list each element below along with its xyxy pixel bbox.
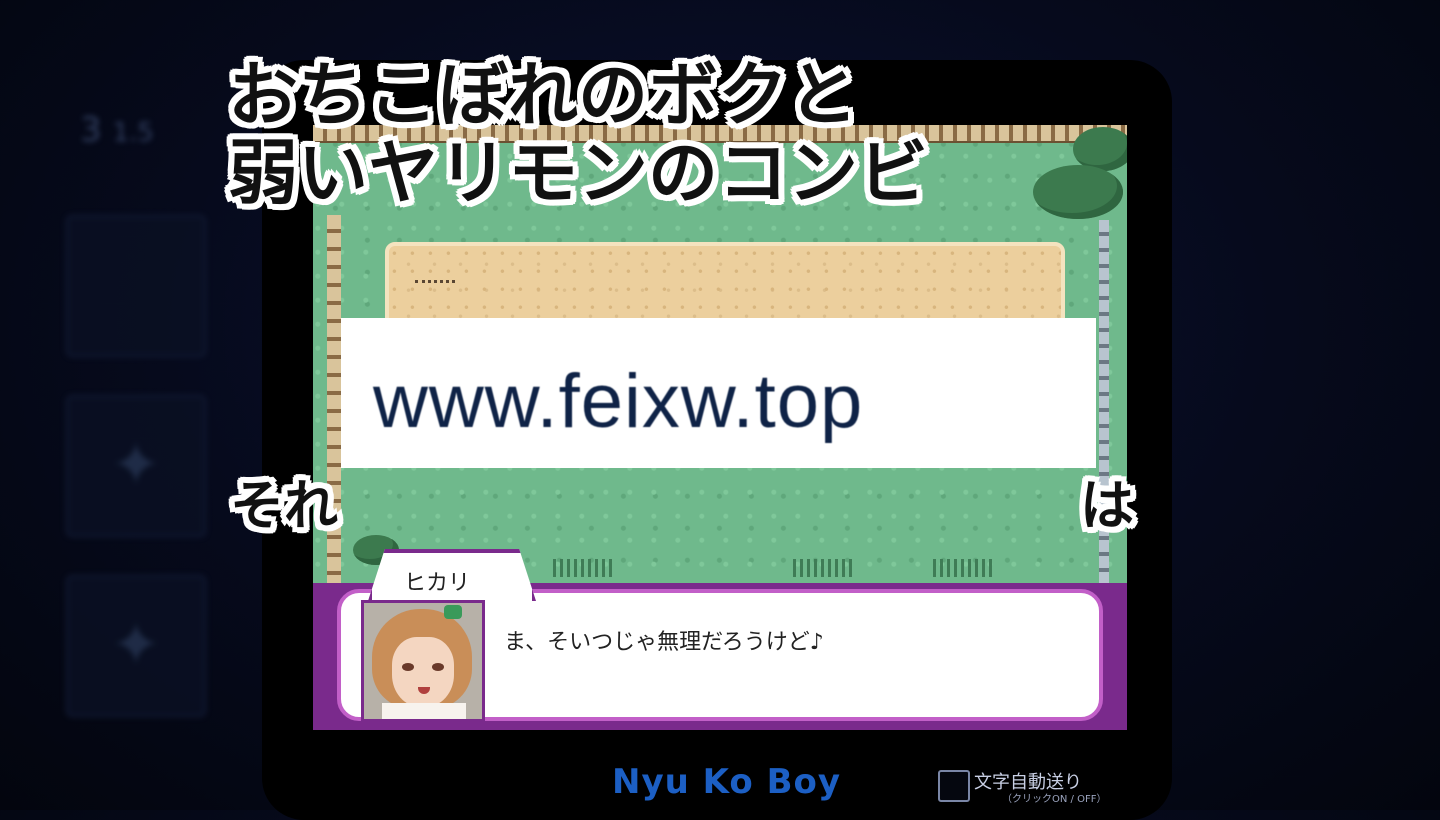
side-stat-sub: 1.5 bbox=[112, 118, 154, 148]
star-icon: ✦ bbox=[110, 610, 162, 680]
caption-line-1: おちこぼれのボクと bbox=[228, 53, 858, 136]
speaker-portrait bbox=[361, 600, 485, 722]
portrait-face bbox=[392, 637, 454, 707]
watermark-text: www.feixw.top bbox=[373, 359, 864, 444]
portrait-body bbox=[382, 703, 466, 719]
caption-line-3-end: は bbox=[1080, 473, 1134, 537]
auto-advance-checkbox[interactable] bbox=[938, 770, 970, 802]
grass-tuft bbox=[553, 559, 613, 577]
caption-line-2: 弱いヤリモンのコンビ bbox=[228, 131, 928, 214]
caption-line-3-start: それ bbox=[230, 473, 338, 537]
auto-advance-toggle[interactable]: 文字自動送り （クリックON / OFF） bbox=[938, 768, 1178, 808]
watermark-box: www.feixw.top bbox=[341, 318, 1096, 468]
tree bbox=[1033, 165, 1123, 219]
portrait-eye-left bbox=[402, 663, 414, 671]
item-slot-1[interactable] bbox=[66, 215, 206, 357]
fence-right bbox=[1099, 220, 1109, 600]
grass-tuft bbox=[793, 559, 853, 577]
speaker-name: ヒカリ bbox=[404, 571, 471, 596]
item-slot-3[interactable]: ✦ bbox=[66, 575, 206, 717]
side-stat: 3 1.5 bbox=[80, 110, 154, 150]
worm-sprite bbox=[415, 270, 455, 283]
item-slot-2[interactable]: ✦ bbox=[66, 395, 206, 537]
grass-tuft bbox=[933, 559, 993, 577]
star-icon: ✦ bbox=[110, 430, 162, 500]
auto-advance-hint: （クリックON / OFF） bbox=[1002, 794, 1107, 805]
side-stat-main: 3 bbox=[80, 110, 102, 150]
portrait-hair-tie bbox=[444, 605, 462, 619]
dialog-message: ま、そいつじゃ無理だろうけど♪ bbox=[504, 630, 824, 655]
device-brand-logo: Nyu Ko Boy bbox=[612, 762, 842, 802]
portrait-eye-right bbox=[432, 663, 444, 671]
side-panel: 3 1.5 ✦ ✦ bbox=[60, 110, 210, 730]
